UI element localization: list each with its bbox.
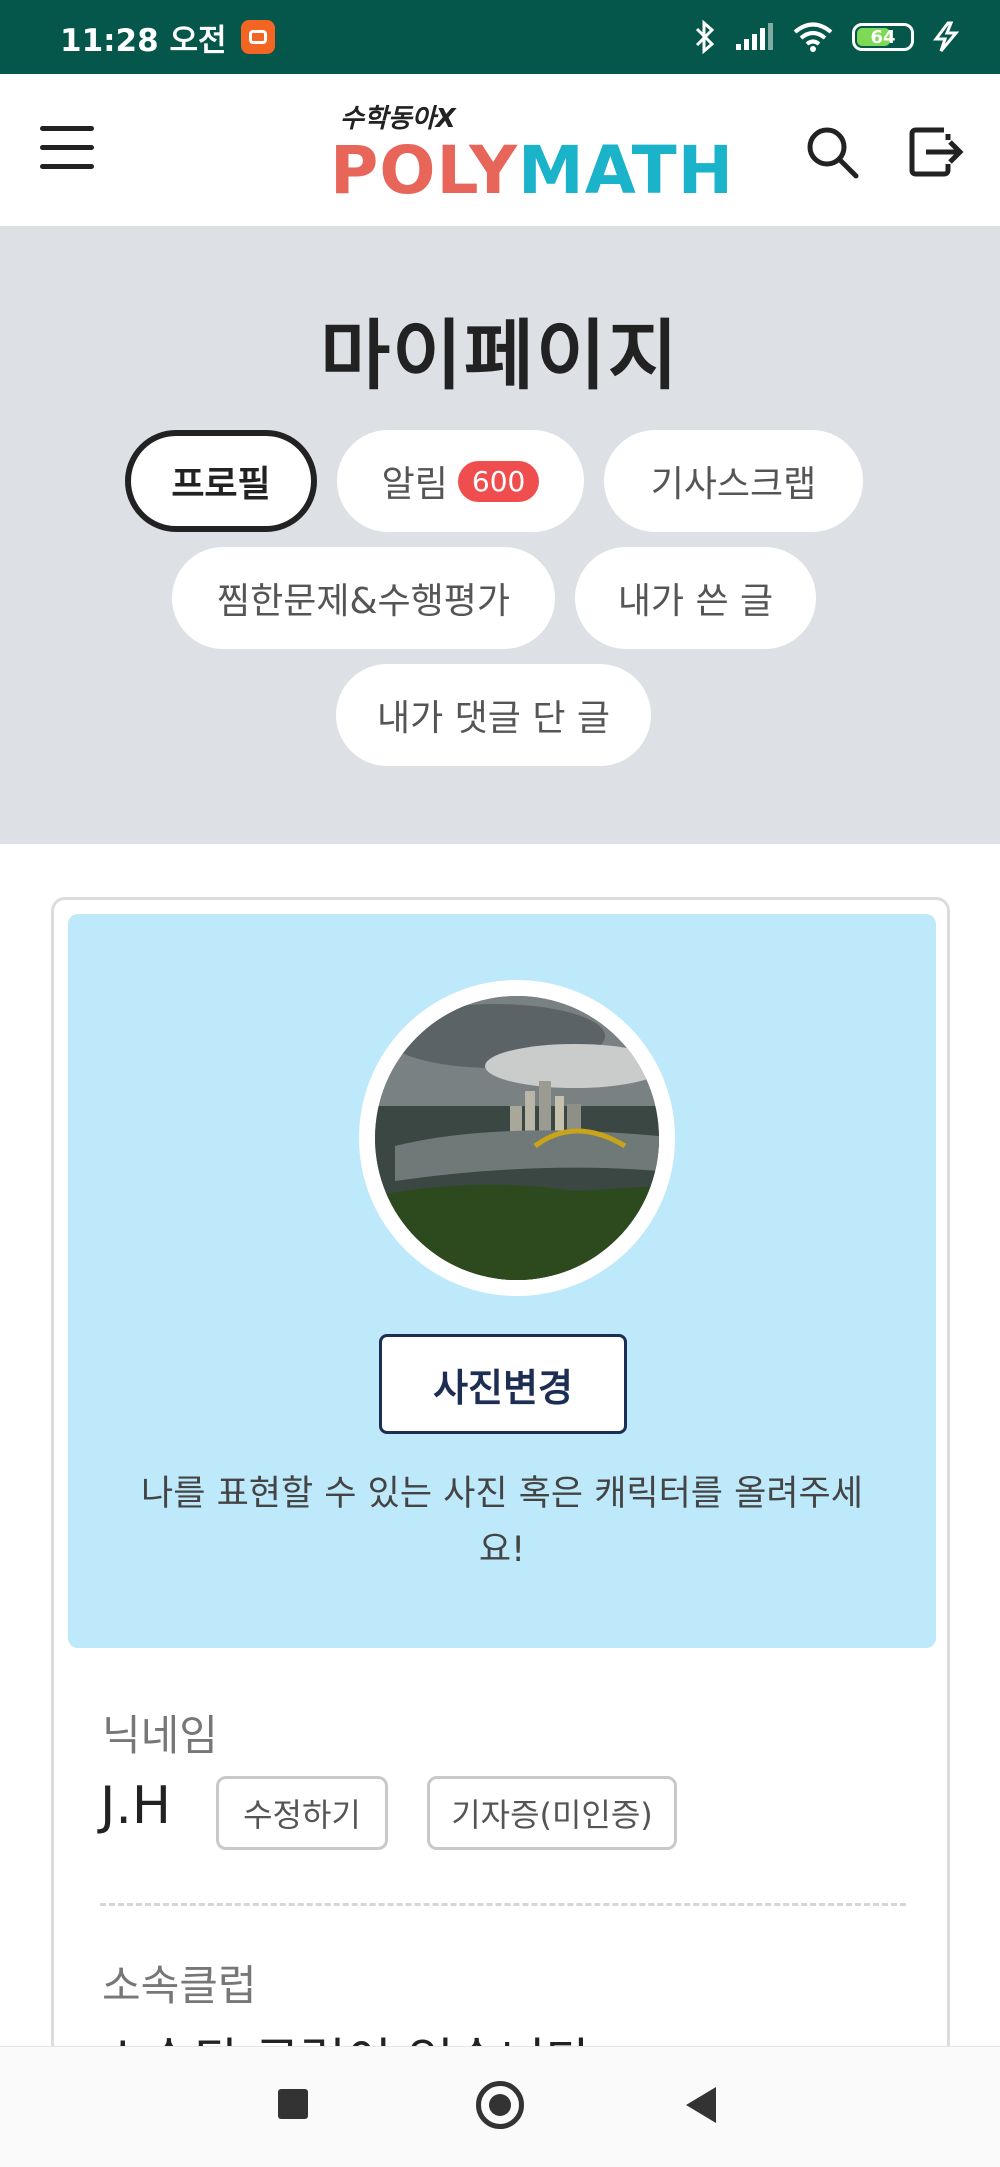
profile-card: 사진변경 나를 표현할 수 있는 사진 혹은 캐릭터를 올려주세요! 닉네임 J… (51, 897, 950, 2057)
recent-apps-icon[interactable] (278, 2089, 308, 2119)
tab-label: 내가 댓글 단 글 (376, 698, 611, 739)
charging-icon (933, 21, 960, 52)
tab-label: 찜한문제&수행평가 (216, 581, 511, 622)
tab-label: 알림 (381, 464, 448, 505)
logo-poly: POLY (330, 132, 519, 209)
change-photo-button[interactable]: 사진변경 (379, 1334, 627, 1434)
search-icon[interactable] (802, 122, 862, 182)
avatar (375, 996, 659, 1280)
bluetooth-icon (695, 20, 715, 54)
signal-icon (736, 23, 773, 50)
club-label: 소속클럽 (102, 1961, 257, 2010)
logo-subtitle: 수학동아X (340, 104, 456, 134)
mypage-hero: 마이페이지 프로필 알림 600 기사스크랩 찜한문제&수행평가 내가 쓴 글 … (0, 226, 1000, 844)
tab-liked-problems[interactable]: 찜한문제&수행평가 (172, 547, 555, 649)
back-icon[interactable] (686, 2087, 716, 2123)
battery-level: 64 (870, 26, 896, 48)
press-card-button[interactable]: 기자증(미인증) (427, 1776, 677, 1850)
status-bar: 11:28 오전 64 (0, 0, 1000, 74)
polymath-logo[interactable]: 수학동아X POLYMATH (330, 98, 733, 209)
status-time: 11:28 오전 (60, 22, 227, 59)
home-icon[interactable] (476, 2081, 524, 2129)
tab-my-comments[interactable]: 내가 댓글 단 글 (336, 664, 651, 766)
tab-notifications[interactable]: 알림 600 (337, 430, 584, 532)
profile-photo-panel: 사진변경 나를 표현할 수 있는 사진 혹은 캐릭터를 올려주세요! (68, 914, 936, 1648)
battery-icon: 64 (852, 23, 914, 51)
tab-label: 내가 쓴 글 (617, 581, 774, 622)
notification-app-icon (240, 20, 275, 54)
tab-my-posts[interactable]: 내가 쓴 글 (575, 547, 816, 649)
logo-wordmark: POLYMATH (330, 132, 734, 209)
tab-profile[interactable]: 프로필 (125, 430, 317, 532)
tab-article-scrap[interactable]: 기사스크랩 (604, 430, 863, 532)
logout-icon[interactable] (908, 122, 964, 182)
logo-math: MATH (518, 132, 734, 209)
edit-nickname-button[interactable]: 수정하기 (216, 1776, 388, 1850)
nickname-label: 닉네임 (102, 1711, 218, 1760)
divider (100, 1903, 906, 1906)
avatar-frame (359, 980, 675, 1296)
system-nav-bar (0, 2046, 1000, 2167)
menu-button[interactable] (40, 126, 94, 172)
tab-label: 기사스크랩 (650, 464, 817, 505)
status-left: 11:28 오전 (60, 15, 275, 60)
nickname-value: J.H (100, 1776, 171, 1836)
avatar-city-image (375, 996, 659, 1280)
status-right: 64 (694, 20, 960, 54)
notification-count-badge: 600 (457, 460, 540, 502)
page-title: 마이페이지 (320, 311, 680, 400)
app-header: 수학동아X POLYMATH (0, 74, 1000, 226)
photo-hint-text: 나를 표현할 수 있는 사진 혹은 캐릭터를 올려주세요! (141, 1474, 863, 1570)
tab-label: 프로필 (171, 464, 271, 505)
wifi-icon (793, 22, 833, 52)
